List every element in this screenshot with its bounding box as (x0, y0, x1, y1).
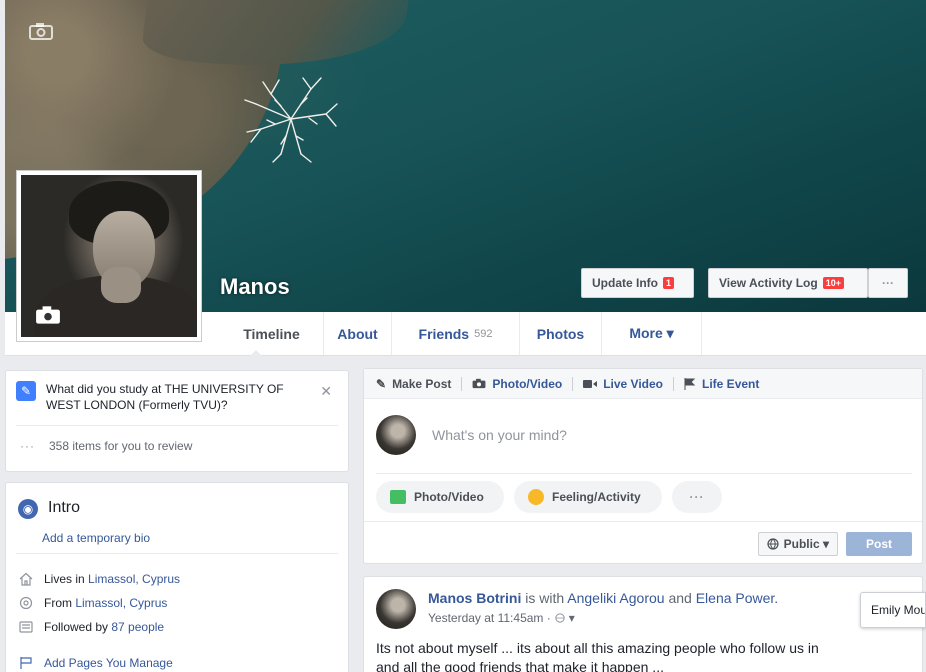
tagged-person-1[interactable]: Angeliki Agorou (567, 590, 664, 606)
life-event-label: Life Event (702, 376, 760, 391)
friends-count: 592 (474, 327, 493, 340)
smiley-icon (528, 489, 544, 505)
intro-title: Intro (48, 499, 81, 516)
camera-icon[interactable] (29, 22, 53, 40)
flag-icon (684, 377, 696, 390)
post-meta: Yesterday at 11:45am · ▾ (428, 611, 575, 625)
review-items-link[interactable]: ··· 358 items for you to review (20, 439, 192, 453)
globe-icon (555, 613, 565, 623)
study-prompt-card: ✎ What did you study at THE UNIVERSITY O… (5, 370, 349, 472)
divider (16, 553, 338, 554)
feed-post: Manos Botrini is with Angeliki Agorou an… (363, 576, 923, 672)
profile-name[interactable]: Manos (220, 274, 290, 300)
globe-icon (767, 538, 779, 550)
photo-hand (101, 267, 141, 303)
divider (16, 425, 338, 426)
photo-icon (390, 490, 406, 504)
post-with-text: is with (525, 590, 565, 606)
tab-friends[interactable]: Friends 592 (392, 312, 520, 355)
update-info-label: Update Info (592, 276, 658, 290)
composer-footer: Public ▾ Post (364, 521, 922, 563)
feeling-activity-button[interactable]: Feeling/Activity (514, 481, 662, 513)
intro-from: From Limassol, Cyprus (18, 595, 167, 611)
lives-in-link[interactable]: Limassol, Cyprus (88, 572, 180, 586)
add-pages-you-manage[interactable]: Add Pages You Manage (18, 655, 173, 671)
review-text: 358 items for you to review (49, 439, 193, 453)
divider (376, 473, 912, 474)
home-icon (18, 571, 34, 587)
make-post-label: Make Post (392, 376, 452, 391)
tab-photos[interactable]: Photos (520, 312, 602, 355)
intro-lives-in: Lives in Limassol, Cyprus (18, 571, 180, 587)
pencil-icon: ✎ (16, 381, 36, 401)
add-pages-label: Add Pages You Manage (44, 656, 173, 670)
composer-tab-life-event[interactable]: Life Event (674, 377, 769, 391)
tab-photos-label: Photos (536, 325, 585, 342)
live-video-label: Live Video (603, 376, 664, 391)
lives-prefix: Lives in (44, 572, 85, 586)
flag-icon (18, 655, 34, 671)
photo-video-label: Photo/Video (492, 376, 563, 391)
composer-tabs: ✎ Make Post Photo/Video Live Video Life … (364, 369, 922, 399)
followers-icon (18, 619, 34, 635)
chevron-down-icon[interactable]: ▾ (569, 611, 575, 625)
more-options-button[interactable]: ··· (672, 481, 722, 513)
activity-log-badge: 10+ (822, 277, 844, 289)
update-info-badge: 1 (663, 277, 675, 289)
followed-prefix: Followed by (44, 620, 109, 634)
post-timestamp[interactable]: Yesterday at 11:45am · (428, 611, 551, 625)
profile-photo (21, 175, 197, 337)
post-and-text: and (668, 590, 692, 606)
tab-about[interactable]: About (324, 312, 392, 355)
dots-icon: ··· (20, 439, 35, 453)
followers-link[interactable]: 87 people (111, 620, 164, 634)
avatar[interactable] (376, 415, 416, 455)
post-composer: ✎ Make Post Photo/Video Live Video Life … (363, 368, 923, 564)
from-prefix: From (44, 596, 72, 610)
tab-timeline-label: Timeline (243, 325, 300, 342)
avatar[interactable] (376, 589, 416, 629)
video-camera-icon (583, 379, 598, 388)
post-text-line: and all the good friends that make it ha… (376, 659, 664, 672)
globe-icon: ◉ (18, 499, 38, 519)
study-question[interactable]: What did you study at THE UNIVERSITY OF … (46, 381, 306, 413)
tab-more-label: More ▾ (629, 325, 674, 341)
close-icon[interactable]: ✕ (320, 383, 332, 400)
composer-tab-live-video[interactable]: Live Video (573, 376, 675, 391)
post-text-line: Its not about myself ... its about all t… (376, 640, 819, 656)
photo-video-button[interactable]: Photo/Video (376, 481, 504, 513)
chat-tab[interactable]: Emily Mou (860, 592, 926, 628)
photo-video-pill-label: Photo/Video (414, 490, 484, 504)
privacy-selector[interactable]: Public ▾ (757, 532, 838, 556)
profile-picture[interactable] (16, 170, 202, 342)
activity-log-label: View Activity Log (719, 276, 818, 290)
composer-tab-photo-video[interactable]: Photo/Video (462, 376, 574, 391)
pencil-icon: ✎ (376, 376, 387, 391)
add-temporary-bio-link[interactable]: Add a temporary bio (42, 531, 150, 545)
tab-about-label: About (337, 325, 378, 342)
composer-tab-make-post[interactable]: ✎ Make Post (376, 376, 463, 391)
post-author[interactable]: Manos Botrini (428, 590, 521, 606)
privacy-label: Public ▾ (783, 537, 829, 551)
tab-friends-label: Friends (418, 325, 470, 342)
from-link[interactable]: Limassol, Cyprus (75, 596, 167, 610)
intro-followed-by: Followed by 87 people (18, 619, 164, 635)
view-activity-log-button[interactable]: View Activity Log 10+ (708, 268, 868, 298)
location-pin-icon (18, 595, 34, 611)
intro-card: ◉ Intro Add a temporary bio Lives in Lim… (5, 482, 349, 672)
tab-more[interactable]: More ▾ (602, 312, 702, 355)
post-text: Its not about myself ... its about all t… (376, 639, 856, 672)
tab-timeline[interactable]: Timeline (220, 312, 324, 356)
camera-icon (473, 378, 486, 389)
more-options-button[interactable]: ··· (868, 268, 908, 298)
tagged-person-2[interactable]: Elena Power. (696, 590, 779, 606)
tree-illustration (244, 77, 338, 163)
post-button[interactable]: Post (846, 532, 912, 556)
camera-icon[interactable] (35, 305, 61, 325)
whats-on-your-mind-input[interactable]: What's on your mind? (432, 427, 567, 443)
update-info-button[interactable]: Update Info 1 (581, 268, 694, 298)
post-header: Manos Botrini is with Angeliki Agorou an… (428, 590, 778, 606)
feeling-label: Feeling/Activity (552, 490, 641, 504)
